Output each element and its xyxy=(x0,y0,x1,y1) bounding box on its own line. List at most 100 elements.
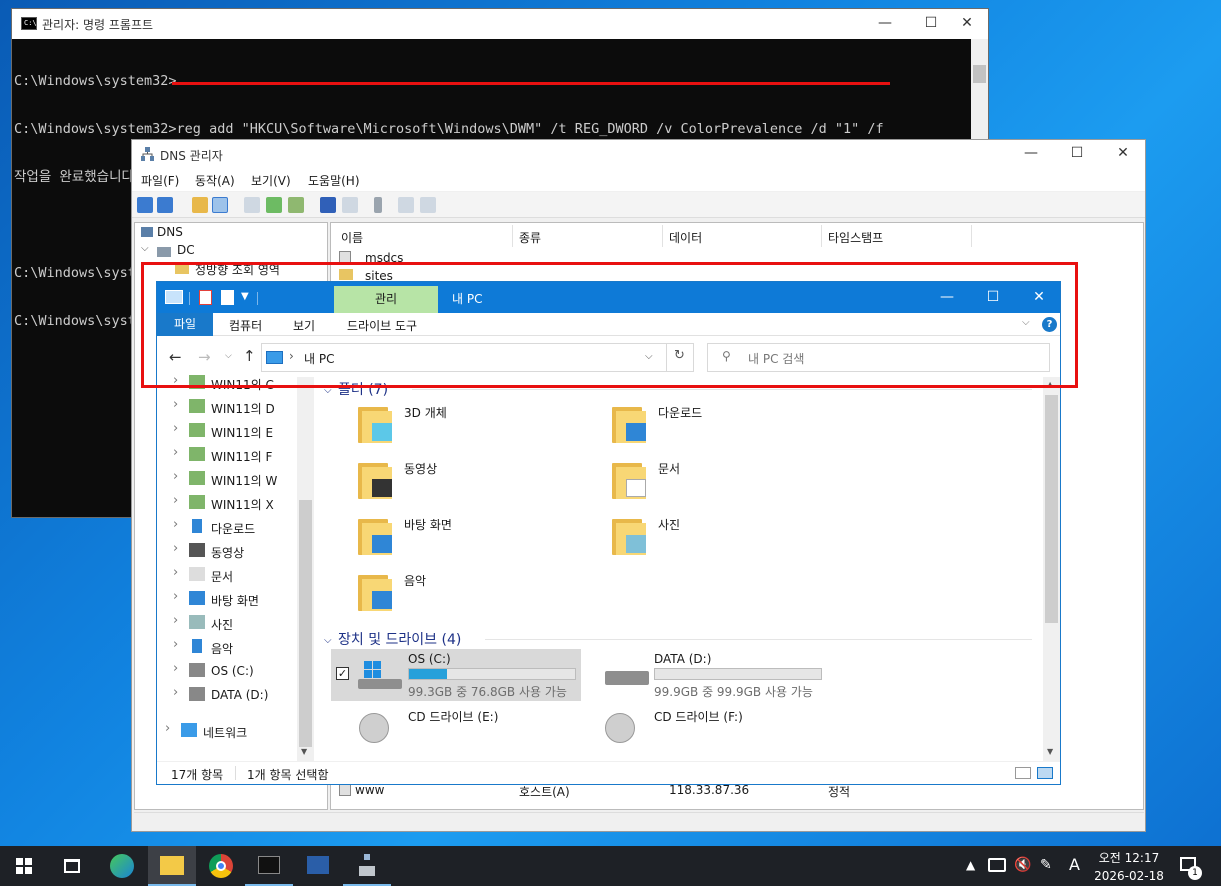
3d-objects-icon[interactable] xyxy=(358,403,396,443)
nav-item[interactable]: › 네트워크 xyxy=(157,719,297,743)
taskbar-powershell[interactable] xyxy=(294,846,342,886)
menu-help[interactable]: 도움말(H) xyxy=(308,172,360,189)
drive-tile-c[interactable]: ✓ OS (C:) 99.3GB 중 76.8GB 사용 가능 xyxy=(331,649,581,701)
menu-file[interactable]: 파일(F) xyxy=(141,172,179,189)
folder-label[interactable]: 3D 개체 xyxy=(404,404,447,421)
picture-icon[interactable] xyxy=(612,515,650,555)
chevron-right-icon[interactable]: › xyxy=(173,397,178,412)
task-view-button[interactable] xyxy=(48,846,96,886)
taskbar-file-explorer[interactable] xyxy=(148,846,196,886)
chevron-right-icon[interactable]: › xyxy=(173,493,178,508)
details-view-icon[interactable] xyxy=(1015,767,1031,779)
column-divider[interactable] xyxy=(821,225,822,247)
chevron-right-icon[interactable]: › xyxy=(173,445,178,460)
clock[interactable]: 오전 12:17 2026-02-18 xyxy=(1094,849,1164,883)
desktop-icon[interactable] xyxy=(358,515,396,555)
nav-scrollbar[interactable]: ▼ xyxy=(297,377,314,761)
column-divider[interactable] xyxy=(662,225,663,247)
show-tree-icon[interactable] xyxy=(212,197,228,213)
folder-label[interactable]: 바탕 화면 xyxy=(404,516,452,533)
export-icon[interactable] xyxy=(288,197,304,213)
scroll-down-icon[interactable]: ▼ xyxy=(1047,747,1053,756)
document-icon[interactable] xyxy=(612,459,650,499)
folder-label[interactable]: 문서 xyxy=(658,460,680,477)
content-scrollbar[interactable]: ▲ ▼ xyxy=(1043,377,1060,761)
taskbar-edge[interactable] xyxy=(98,846,146,886)
minimize-button[interactable]: — xyxy=(862,9,908,39)
folder-label[interactable]: 사진 xyxy=(658,516,680,533)
large-icons-view-icon[interactable] xyxy=(1037,767,1053,779)
nav-item[interactable]: › WIN11의 X xyxy=(157,491,297,515)
select-checkbox[interactable]: ✓ xyxy=(336,667,349,680)
chevron-right-icon[interactable]: › xyxy=(173,661,178,676)
drive-tile-f[interactable]: CD 드라이브 (F:) xyxy=(585,705,835,757)
chevron-down-icon[interactable]: ⌵ xyxy=(141,243,149,254)
start-button[interactable] xyxy=(0,846,48,886)
column-name[interactable]: 이름 xyxy=(341,229,363,246)
nav-item[interactable]: › 음악 xyxy=(157,635,297,659)
nav-item[interactable]: › 바탕 화면 xyxy=(157,587,297,611)
show-hidden-icons[interactable]: ▲ xyxy=(966,858,975,872)
close-button[interactable]: ✕ xyxy=(1100,140,1146,168)
nav-item[interactable]: › OS (C:) xyxy=(157,659,297,683)
scroll-thumb[interactable] xyxy=(973,65,986,83)
cmd-titlebar[interactable]: C:\ 관리자: 명령 프롬프트 — ☐ ✕ xyxy=(12,9,988,39)
minimize-button[interactable]: — xyxy=(1008,140,1054,168)
ime-indicator[interactable]: A xyxy=(1069,855,1080,874)
folder-label[interactable]: 동영상 xyxy=(404,460,437,477)
network-icon[interactable] xyxy=(988,858,1006,872)
menu-view[interactable]: 보기(V) xyxy=(251,172,291,189)
volume-muted-icon[interactable]: 🔇 xyxy=(1014,857,1031,873)
pen-icon[interactable]: ✎ xyxy=(1040,857,1052,873)
column-data[interactable]: 데이터 xyxy=(669,229,702,246)
column-divider[interactable] xyxy=(512,225,513,247)
chevron-right-icon[interactable]: › xyxy=(173,517,178,532)
chevron-right-icon[interactable]: › xyxy=(173,685,178,700)
nav-item[interactable]: › WIN11의 W xyxy=(157,467,297,491)
chevron-right-icon[interactable]: › xyxy=(173,469,178,484)
video-icon[interactable] xyxy=(358,459,396,499)
nav-item[interactable]: › WIN11의 D xyxy=(157,395,297,419)
column-type[interactable]: 종류 xyxy=(519,229,541,246)
folder-label[interactable]: 다운로드 xyxy=(658,404,702,421)
server-icon[interactable] xyxy=(374,197,382,213)
scroll-thumb[interactable] xyxy=(1045,395,1058,623)
nav-item[interactable]: › WIN11의 E xyxy=(157,419,297,443)
forward-icon[interactable] xyxy=(157,197,173,213)
up-folder-icon[interactable] xyxy=(192,197,208,213)
close-button[interactable]: ✕ xyxy=(944,9,990,39)
chevron-right-icon[interactable]: › xyxy=(173,589,178,604)
tree-item-dns[interactable]: DNS xyxy=(157,225,183,239)
column-divider[interactable] xyxy=(971,225,972,247)
drive-tile-d[interactable]: DATA (D:) 99.9GB 중 99.9GB 사용 가능 xyxy=(585,649,835,701)
collapse-group-icon[interactable]: ⌵ xyxy=(324,635,332,646)
nav-item[interactable]: › WIN11의 F xyxy=(157,443,297,467)
taskbar-dns-manager[interactable] xyxy=(343,846,391,886)
dns-titlebar[interactable]: DNS 관리자 — ☐ ✕ xyxy=(132,140,1145,168)
help-icon[interactable] xyxy=(320,197,336,213)
nav-item[interactable]: › DATA (D:) xyxy=(157,683,297,707)
devices-group-header[interactable]: 장치 및 드라이브 (4) xyxy=(338,629,461,649)
navigation-pane[interactable]: › WIN11의 C › WIN11의 D › WIN11의 E › WIN11의 F › WIN… xyxy=(157,373,314,761)
refresh-icon[interactable] xyxy=(266,197,282,213)
menu-action[interactable]: 동작(A) xyxy=(195,172,235,189)
folder-label[interactable]: 음악 xyxy=(404,572,426,589)
back-icon[interactable] xyxy=(137,197,153,213)
drive-tile-e[interactable]: CD 드라이브 (E:) xyxy=(331,705,581,757)
content-pane[interactable]: ⌵ 폴더 (7) 3D 개체 다운로드 동영상 문서 바탕 화면 사진 음악 ⌵ 장치 및 … xyxy=(320,377,1045,761)
column-timestamp[interactable]: 타임스탬프 xyxy=(828,229,883,246)
taskbar-cmd[interactable] xyxy=(245,846,293,886)
tree-item-server[interactable]: DC xyxy=(177,243,195,257)
table-cell-name[interactable]: www xyxy=(355,783,384,797)
nav-item[interactable]: › 다운로드 xyxy=(157,515,297,539)
chevron-right-icon[interactable]: › xyxy=(173,637,178,652)
chevron-right-icon[interactable]: › xyxy=(173,565,178,580)
chevron-right-icon[interactable]: › xyxy=(173,541,178,556)
cmd-scrollbar[interactable] xyxy=(971,39,988,139)
scroll-thumb[interactable] xyxy=(299,500,312,747)
chevron-right-icon[interactable]: › xyxy=(165,721,170,736)
copy-icon[interactable] xyxy=(420,197,436,213)
taskbar-chrome[interactable] xyxy=(197,846,245,886)
download-icon[interactable] xyxy=(612,403,650,443)
chevron-right-icon[interactable]: › xyxy=(173,421,178,436)
